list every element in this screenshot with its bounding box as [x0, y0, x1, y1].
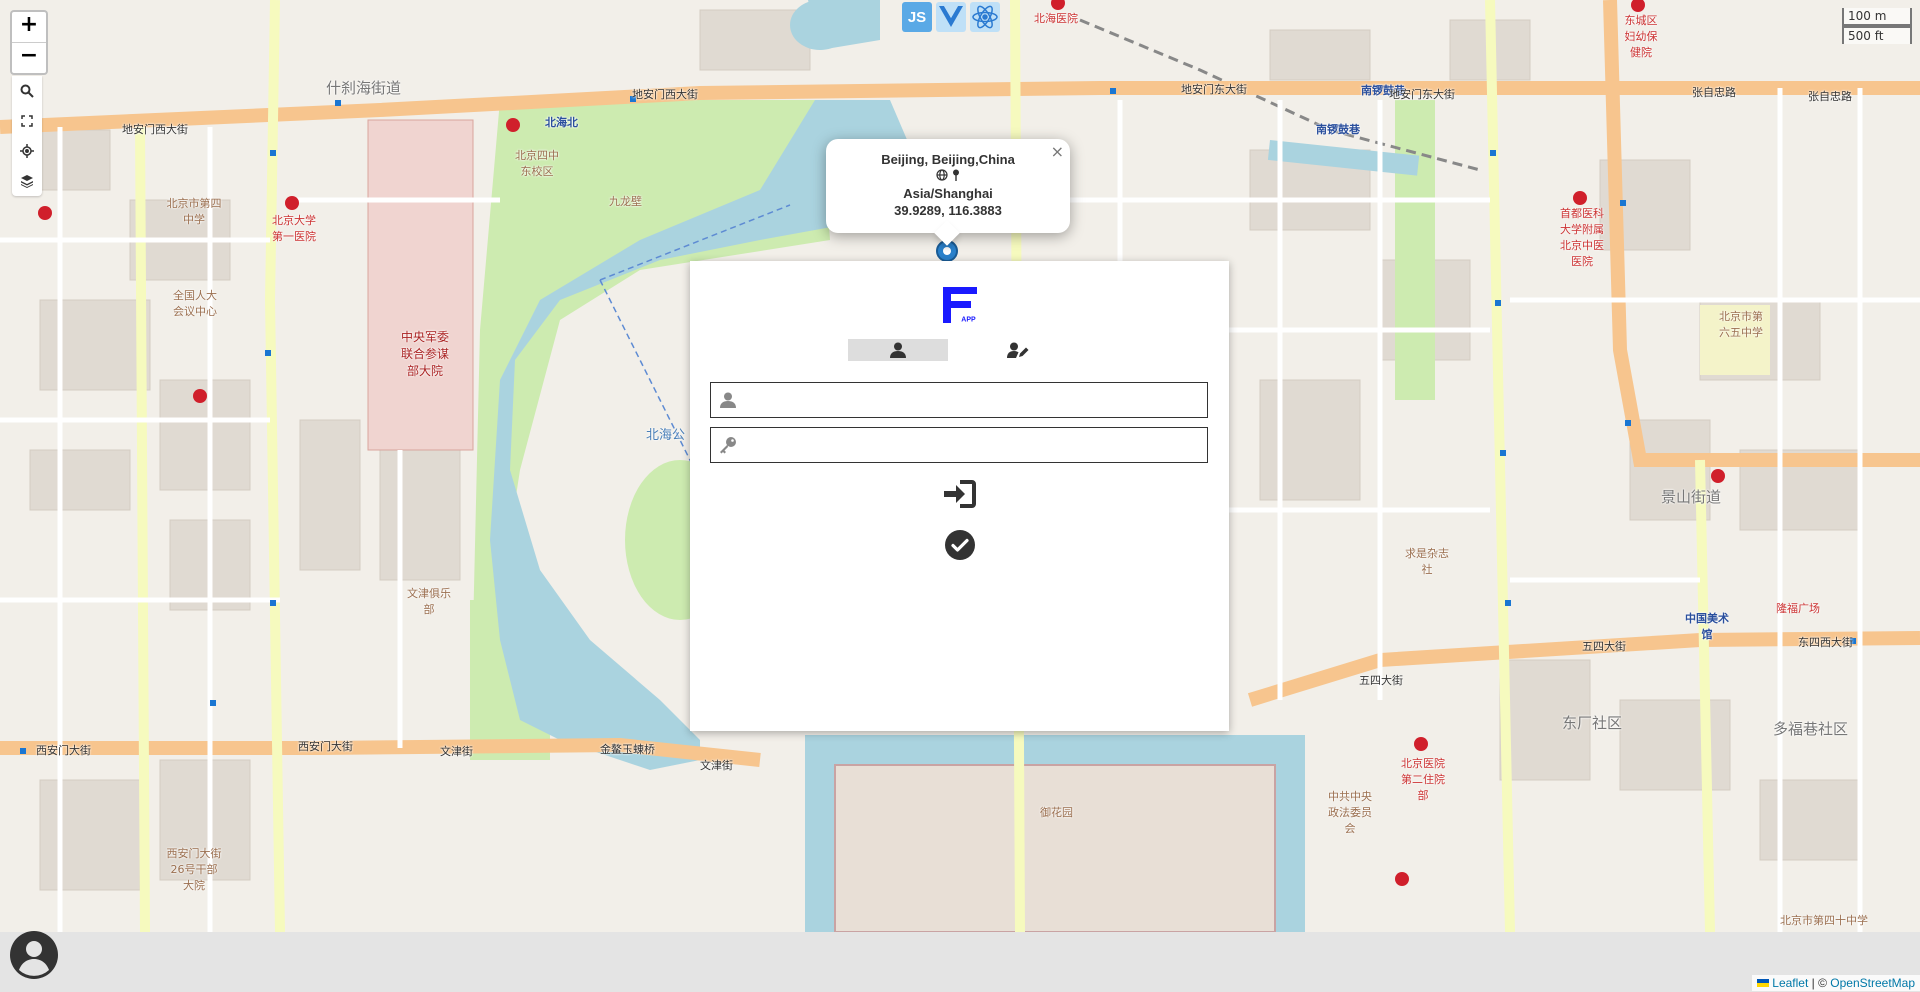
- password-field: [710, 427, 1208, 463]
- map-label-longfu: 隆福广场: [1776, 602, 1820, 615]
- map-label-wenjin-2: 文津街: [700, 759, 733, 772]
- map-label-dongsi-west: 东四西大街: [1798, 636, 1853, 649]
- map-label-bj-hospital-2: 北京医院第二住院部: [1401, 757, 1445, 802]
- app-logo: APP: [943, 287, 979, 324]
- react-icon: [972, 5, 998, 29]
- map-label-art-museum: 中国美术馆: [1685, 612, 1729, 641]
- map-label-jingshan: 景山街道: [1661, 488, 1722, 506]
- vue-icon: [939, 6, 963, 27]
- map-label-maternity: 东城区妇幼保健院: [1624, 14, 1658, 59]
- fullscreen-icon: [21, 115, 33, 127]
- map-label-wusi: 五四大街: [1582, 640, 1626, 653]
- password-input[interactable]: [745, 429, 1207, 461]
- layers-icon: [21, 175, 33, 188]
- scale-feet: 500 ft: [1842, 26, 1912, 44]
- ukraine-flag-icon: [1756, 979, 1769, 987]
- vue-logo[interactable]: [936, 2, 966, 32]
- username-input[interactable]: [745, 384, 1207, 416]
- leaflet-link[interactable]: Leaflet: [1772, 976, 1808, 990]
- user-edit-icon: [1007, 342, 1029, 358]
- sign-in-icon: [944, 480, 976, 508]
- map-label-military: 中央军委联合参谋部大院: [400, 330, 449, 378]
- map-label-renda: 全国人大会议中心: [173, 289, 217, 318]
- map-label-nanluoguxiang-2: 南锣鼓巷: [1316, 123, 1360, 136]
- user-icon: [711, 392, 745, 408]
- map-label-yuhuayuan: 御花园: [1040, 806, 1073, 819]
- confirm-button[interactable]: [945, 530, 975, 564]
- layers-button[interactable]: [12, 166, 42, 196]
- pin-icon: [952, 169, 959, 181]
- location-popup: × Beijing, Beijing,China Asia/Shanghai 3…: [826, 139, 1070, 246]
- key-icon: [711, 436, 745, 454]
- user-icon: [890, 342, 906, 358]
- map-label-dianmen-west-2: 地安门西大街: [632, 88, 698, 101]
- zoom-out-button[interactable]: −: [12, 43, 46, 73]
- tab-register[interactable]: [968, 339, 1068, 361]
- map-label-duofuxiang: 多福巷社区: [1773, 720, 1849, 738]
- crosshair-icon: [20, 144, 34, 158]
- map-label-beihai: 北海公: [646, 428, 686, 443]
- map-label-pku-hospital: 北京大学第一医院: [272, 214, 316, 243]
- username-field: [710, 382, 1208, 418]
- zoom-in-button[interactable]: +: [12, 12, 46, 43]
- map-label-beihai-north: 北海北: [545, 116, 578, 129]
- map-attribution: Leaflet | © OpenStreetMap: [1751, 975, 1920, 991]
- map-label-school-4: 北京市第四中学: [166, 197, 222, 226]
- fullscreen-button[interactable]: [12, 106, 42, 136]
- javascript-logo-label: JS: [907, 8, 927, 26]
- map-label-beihai-hospital: 北海医院: [1034, 12, 1078, 25]
- svg-text:APP: APP: [961, 317, 976, 324]
- javascript-logo[interactable]: JS: [902, 2, 932, 32]
- map-label-xianmen-west-2: 西安门大街: [298, 740, 353, 753]
- osm-link[interactable]: OpenStreetMap: [1830, 976, 1915, 990]
- popup-icons: [826, 168, 1070, 185]
- map-label-jinao-bridge: 金鳌玉蝀桥: [600, 743, 655, 756]
- map-label-dianmen-east-2: 地安门东大街: [1389, 88, 1455, 101]
- popup-location: Beijing, Beijing,China: [881, 152, 1015, 167]
- map-label-dongchang: 东厂社区: [1562, 714, 1623, 732]
- check-circle-icon: [945, 530, 975, 560]
- map-label-wenjin-club: 文津俱乐部: [407, 587, 451, 616]
- search-button[interactable]: [12, 76, 42, 106]
- login-button[interactable]: [944, 480, 976, 512]
- map-label-zhangzilu-2: 张自忠路: [1808, 90, 1852, 103]
- user-avatar-button[interactable]: [10, 931, 58, 979]
- react-logo[interactable]: [970, 2, 1000, 32]
- login-dialog: APP: [690, 261, 1229, 731]
- search-icon: [20, 84, 34, 98]
- locate-button[interactable]: [12, 136, 42, 166]
- map-label-qiushi: 求是杂志社: [1405, 547, 1449, 576]
- map-label-dianmen-east: 地安门东大街: [1181, 83, 1247, 96]
- map-label-school-65: 北京市第六五中学: [1719, 310, 1763, 339]
- map-label-school-40: 北京市第四十中学: [1780, 914, 1868, 927]
- map-label-wusi-2: 五四大街: [1359, 674, 1403, 687]
- map-label-capital-hospital: 首都医科大学附属北京中医医院: [1560, 207, 1604, 268]
- popup-coords: 39.9289, 116.3883: [894, 203, 1002, 218]
- tab-login[interactable]: [848, 339, 948, 361]
- map-label-dianmen-west: 地安门西大街: [122, 123, 188, 136]
- popup-timezone: Asia/Shanghai: [903, 186, 993, 201]
- map-label-zhangzilu: 张自忠路: [1692, 86, 1736, 99]
- map-label-school-4-east: 北京四中东校区: [515, 149, 559, 178]
- map-scale: 100 m 500 ft: [1842, 8, 1912, 44]
- map-label-xianmen-west: 西安门大街: [36, 744, 91, 757]
- bottom-bar: [0, 932, 1920, 992]
- scale-meters: 100 m: [1842, 8, 1912, 26]
- zoom-control: + −: [10, 10, 48, 75]
- map-label-wenjin: 文津街: [440, 745, 473, 758]
- globe-icon: [936, 169, 948, 181]
- map-label-zhengfa: 中共中央政法委员会: [1328, 790, 1372, 835]
- map-tools: [12, 76, 42, 196]
- map-label-jiulongbi: 九龙壁: [609, 195, 642, 208]
- user-circle-icon: [10, 931, 58, 979]
- map-label-shichahai: 什刹海街道: [326, 79, 402, 97]
- map-label-xian-26: 西安门大街26号干部大院: [166, 847, 222, 892]
- tech-logos: JS: [902, 2, 1000, 32]
- attribution-separator: | ©: [1808, 976, 1831, 990]
